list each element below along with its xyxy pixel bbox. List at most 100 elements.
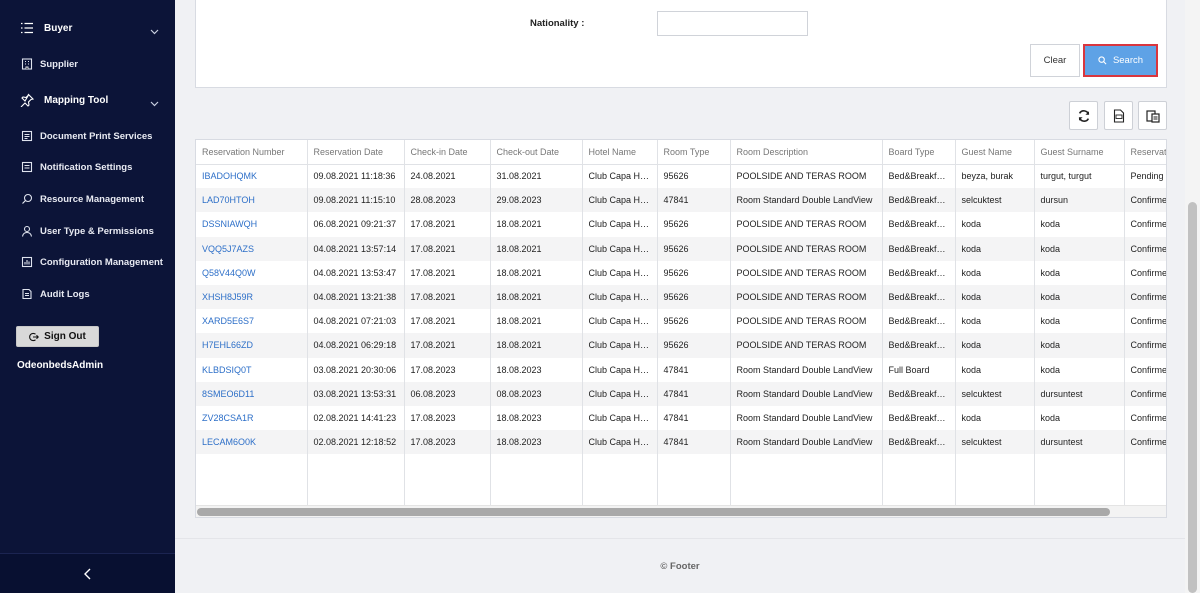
table-cell: Confirmed bbox=[1124, 309, 1166, 334]
table-cell: 06.08.2021 09:21:37 bbox=[307, 212, 405, 237]
column-header[interactable]: Hotel Name bbox=[582, 140, 658, 165]
column-header[interactable]: Guest Name bbox=[955, 140, 1035, 165]
table-row[interactable]: H7EHL66ZD 04.08.2021 06:29:18 17.08.2021 18… bbox=[196, 333, 1166, 358]
table-cell: 04.08.2021 13:53:47 bbox=[307, 260, 405, 285]
horizontal-scrollbar[interactable] bbox=[196, 505, 1166, 517]
table-cell: 47841 bbox=[657, 405, 731, 431]
log-icon bbox=[20, 287, 34, 301]
column-header[interactable]: Check-out Date bbox=[490, 140, 583, 165]
table-cell: POOLSIDE AND TERAS ROOM bbox=[730, 212, 883, 237]
clear-button[interactable]: Clear bbox=[1030, 44, 1080, 77]
reservation-number-link[interactable]: 8SMEO6D11 bbox=[196, 381, 308, 406]
reservation-number-link[interactable]: LECAM6O0K bbox=[196, 430, 308, 455]
table-cell: Club Capa Hotel bbox=[582, 260, 658, 285]
column-header[interactable]: Board Type bbox=[882, 140, 956, 165]
table-cell: 03.08.2021 13:53:31 bbox=[307, 381, 405, 406]
table-cell: Club Capa Hotel bbox=[582, 430, 658, 455]
table-row[interactable]: KLBDSIQ0T 03.08.2021 20:30:06 17.08.2023 18… bbox=[196, 357, 1166, 382]
table-row[interactable]: XARD5E6S7 04.08.2021 07:21:03 17.08.2021 18… bbox=[196, 309, 1166, 334]
table-cell: Bed&Breakfast bbox=[882, 284, 956, 310]
column-header[interactable]: Reservation Date bbox=[307, 140, 405, 165]
column-header[interactable]: Guest Surname bbox=[1034, 140, 1125, 165]
table-cell: koda bbox=[1034, 309, 1125, 334]
table-cell: 18.08.2021 bbox=[490, 309, 583, 334]
table-row[interactable]: VQQ5J7AZS 04.08.2021 13:57:14 17.08.2021 18… bbox=[196, 236, 1166, 261]
reservation-number-link[interactable]: XARD5E6S7 bbox=[196, 309, 308, 334]
filter-panel: Nationality : Clear Search bbox=[195, 0, 1167, 88]
reservation-number-link[interactable]: KLBDSIQ0T bbox=[196, 357, 308, 382]
sidebar-item-label: Supplier bbox=[40, 58, 79, 70]
table-cell: 17.08.2021 bbox=[404, 236, 491, 261]
table-cell: Room Standard Double LandView bbox=[730, 405, 883, 431]
sidebar-item-resource-management[interactable]: Resource Management bbox=[0, 187, 175, 211]
sidebar-item-mapping-tool[interactable]: Mapping Tool bbox=[0, 88, 175, 112]
collapse-sidebar-button[interactable] bbox=[0, 553, 175, 593]
reservations-table: Reservation Number Reservation Date Check-… bbox=[195, 139, 1167, 518]
reservation-number-link[interactable]: DSSNIAWQH bbox=[196, 212, 308, 237]
table-row[interactable]: ZV28CSA1R 02.08.2021 14:41:23 17.08.2023 18… bbox=[196, 405, 1166, 431]
table-cell: Club Capa Hotel bbox=[582, 357, 658, 382]
export-csv-button[interactable] bbox=[1104, 101, 1133, 130]
column-header[interactable]: Reservation Status bbox=[1124, 140, 1166, 165]
vertical-scrollbar-thumb[interactable] bbox=[1188, 202, 1197, 593]
sidebar-item-audit-logs[interactable]: Audit Logs bbox=[0, 282, 175, 306]
nationality-input[interactable] bbox=[657, 11, 808, 36]
table-row[interactable]: DSSNIAWQH 06.08.2021 09:21:37 17.08.2021 18… bbox=[196, 212, 1166, 237]
table-cell: Confirmed bbox=[1124, 381, 1166, 406]
column-settings-button[interactable] bbox=[1138, 101, 1167, 130]
sidebar-item-buyer[interactable]: Buyer bbox=[0, 16, 175, 40]
vertical-scrollbar[interactable] bbox=[1185, 0, 1200, 593]
columns-icon bbox=[1145, 109, 1160, 123]
table-cell: 18.08.2021 bbox=[490, 260, 583, 285]
table-cell: koda bbox=[1034, 284, 1125, 310]
sidebar-item-user-type-permissions[interactable]: User Type & Permissions bbox=[0, 219, 175, 243]
column-header[interactable]: Reservation Number bbox=[196, 140, 308, 165]
table-cell: POOLSIDE AND TERAS ROOM bbox=[730, 309, 883, 334]
search-icon bbox=[1098, 56, 1107, 65]
table-cell: Bed&Breakfast bbox=[882, 430, 956, 455]
table-cell: Club Capa Hotel bbox=[582, 188, 658, 213]
table-cell: selcuktest bbox=[955, 188, 1035, 213]
reservation-number-link[interactable]: LAD70HTOH bbox=[196, 188, 308, 213]
table-row[interactable]: 8SMEO6D11 03.08.2021 13:53:31 06.08.2023 08… bbox=[196, 381, 1166, 406]
table-cell: koda bbox=[955, 236, 1035, 261]
table-row[interactable]: Q58V44Q0W 04.08.2021 13:53:47 17.08.2021 18… bbox=[196, 260, 1166, 285]
table-row[interactable]: IBADOHQMK 09.08.2021 11:18:36 24.08.2021 31… bbox=[196, 164, 1166, 189]
table-cell: 95626 bbox=[657, 260, 731, 285]
sign-out-icon bbox=[29, 332, 40, 341]
sidebar-item-label: Notification Settings bbox=[40, 161, 133, 173]
sign-out-label: Sign Out bbox=[44, 331, 86, 342]
reservation-number-link[interactable]: VQQ5J7AZS bbox=[196, 236, 308, 261]
reservation-number-link[interactable]: IBADOHQMK bbox=[196, 164, 308, 189]
table-row[interactable]: XHSH8J59R 04.08.2021 13:21:38 17.08.2021 18… bbox=[196, 284, 1166, 310]
table-cell: 04.08.2021 06:29:18 bbox=[307, 333, 405, 358]
expand-toggle[interactable] bbox=[150, 94, 159, 112]
sidebar-item-supplier[interactable]: Supplier bbox=[0, 52, 175, 76]
sidebar: Buyer Supplier Mapping Tool Document Print … bbox=[0, 0, 175, 593]
reservation-number-link[interactable]: Q58V44Q0W bbox=[196, 260, 308, 285]
expand-toggle[interactable] bbox=[150, 22, 159, 40]
horizontal-scrollbar-thumb[interactable] bbox=[197, 508, 1110, 516]
column-header[interactable]: Room Description bbox=[730, 140, 883, 165]
reservation-number-link[interactable]: H7EHL66ZD bbox=[196, 333, 308, 358]
table-cell: 04.08.2021 07:21:03 bbox=[307, 309, 405, 334]
column-header[interactable]: Room Type bbox=[657, 140, 731, 165]
table-cell: 31.08.2021 bbox=[490, 164, 583, 189]
chevron-down-icon bbox=[150, 29, 159, 35]
reservation-number-link[interactable]: XHSH8J59R bbox=[196, 284, 308, 310]
column-header[interactable]: Check-in Date bbox=[404, 140, 491, 165]
table-header-row: Reservation Number Reservation Date Check-… bbox=[196, 140, 1166, 165]
search-button[interactable]: Search bbox=[1083, 44, 1158, 77]
main-content: Nationality : Clear Search Reservation N… bbox=[175, 0, 1185, 593]
table-row[interactable]: LECAM6O0K 02.08.2021 12:18:52 17.08.2023 18… bbox=[196, 430, 1166, 455]
refresh-button[interactable] bbox=[1069, 101, 1098, 130]
reservation-number-link[interactable]: ZV28CSA1R bbox=[196, 405, 308, 431]
sidebar-item-document-print-services[interactable]: Document Print Services bbox=[0, 124, 175, 148]
document-icon bbox=[20, 129, 34, 143]
table-cell: 95626 bbox=[657, 333, 731, 358]
table-cell: selcuktest bbox=[955, 381, 1035, 406]
table-row[interactable]: LAD70HTOH 09.08.2021 11:15:10 28.08.2023 29… bbox=[196, 188, 1166, 213]
sidebar-item-notification-settings[interactable]: Notification Settings bbox=[0, 155, 175, 179]
sidebar-item-configuration-management[interactable]: Configuration Management bbox=[0, 250, 175, 274]
sign-out-button[interactable]: Sign Out bbox=[16, 326, 99, 347]
